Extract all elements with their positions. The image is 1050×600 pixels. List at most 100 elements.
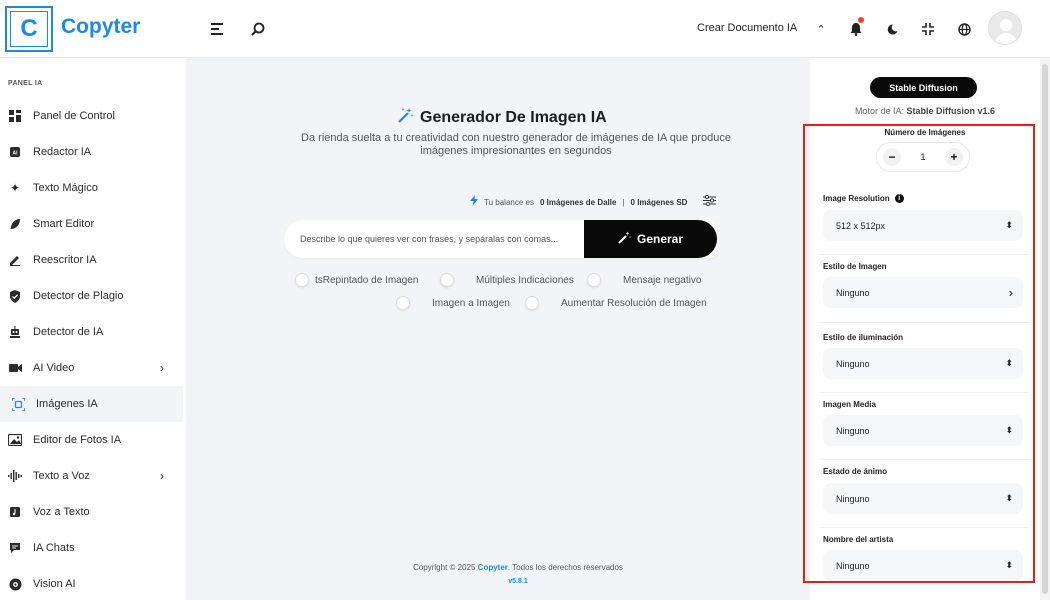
decrement-button[interactable]: − — [883, 148, 901, 166]
sidebar-item-label: Editor de Fotos IA — [33, 434, 122, 446]
sidebar-item-label: Reescritor IA — [33, 254, 97, 266]
page-title-text: Generador De Imagen IA — [420, 109, 607, 126]
toggle-knob — [440, 273, 454, 287]
sidebar-item-panel-de-control[interactable]: Panel de Control — [0, 98, 183, 134]
field-label-text: Estilo de iluminación — [823, 333, 904, 342]
search-icon[interactable] — [247, 18, 269, 40]
sidebar-item-detector-de-ia[interactable]: Detector de IA — [0, 314, 183, 350]
num-images-stepper: − 1 + — [876, 142, 970, 172]
toggle-imagen-a-imagen[interactable]: Imagen a Imagen — [396, 296, 510, 310]
updown-arrows-icon: ⬍ — [1005, 358, 1013, 368]
fullscreen-icon[interactable] — [917, 18, 939, 40]
sidebar-item-texto-a-voz[interactable]: Texto a Voz › — [0, 458, 183, 494]
sidebar-item-imagenes-ia[interactable]: Imágenes IA — [0, 386, 183, 422]
select-image-resolution[interactable]: 512 x 512px ⬍ — [823, 210, 1023, 241]
settings-sliders-icon[interactable] — [703, 194, 717, 209]
copyright-brand[interactable]: Copyter — [478, 563, 508, 572]
updown-arrows-icon: ⬍ — [1005, 493, 1013, 503]
select-estilo-imagen[interactable]: Ninguno › — [823, 277, 1023, 308]
generate-button[interactable]: Generar — [584, 220, 717, 258]
audio-file-icon — [8, 505, 22, 519]
sidebar-item-label: Detector de IA — [33, 326, 104, 338]
sidebar-item-vision-ai[interactable]: Vision AI — [0, 566, 183, 600]
chevron-up-icon[interactable]: ⌃ — [810, 18, 832, 40]
toggle-repintado[interactable]: tsRepintado de Imagen — [295, 273, 418, 287]
menu-toggle-icon[interactable] — [207, 18, 229, 40]
sidebar-item-label: Smart Editor — [33, 218, 95, 230]
sidebar-item-reescritor-ia[interactable]: Reescritor IA — [0, 242, 183, 278]
updown-arrows-icon: ⬍ — [1005, 560, 1013, 570]
toggle-mensaje-negativo[interactable]: Mensaje negativo — [587, 273, 701, 287]
magic-wand-icon — [397, 107, 414, 129]
toggle-multiples-indicaciones[interactable]: Múltiples Indicaciones — [440, 273, 574, 287]
sidebar-item-ai-video[interactable]: AI Video › — [0, 350, 183, 386]
sidebar-item-smart-editor[interactable]: Smart Editor — [0, 206, 183, 242]
toggle-label: Mensaje negativo — [623, 274, 702, 286]
sidebar-item-ia-chats[interactable]: IA Chats — [0, 530, 183, 566]
motor-info: Motor de IA: Stable Diffusion v1.6 — [810, 106, 1040, 116]
dark-mode-icon[interactable] — [881, 18, 903, 40]
sidebar-item-texto-magico[interactable]: ✦ Texto Mágico — [0, 170, 183, 206]
logo-letter: C — [10, 11, 48, 47]
select-value: Ninguno — [836, 493, 870, 504]
top-header: C Copyter Crear Documento IA ⌃ — [0, 0, 1050, 58]
sidebar-section-title: PANEL IA — [8, 80, 43, 87]
select-value: Ninguno — [836, 560, 870, 571]
chat-icon — [8, 541, 22, 555]
sidebar-item-editor-de-fotos-ia[interactable]: Editor de Fotos IA — [0, 422, 183, 458]
copyright-prefix: Copyright © 2025 — [413, 563, 476, 572]
prompt-input[interactable] — [284, 220, 584, 258]
page-subtitle: Da rienda suelta a tu creatividad con nu… — [301, 132, 731, 158]
toggle-label: Aumentar Resolución de Imagen — [561, 297, 707, 309]
logo[interactable]: C — [5, 6, 53, 52]
toggle-knob — [525, 296, 539, 310]
num-images-value: 1 — [920, 152, 926, 162]
sidebar-item-label: Texto a Voz — [33, 470, 90, 482]
sidebar-item-voz-a-texto[interactable]: Voz a Texto — [0, 494, 183, 530]
toggle-label: Múltiples Indicaciones — [476, 274, 574, 286]
updown-arrows-icon: ⬍ — [1005, 425, 1013, 435]
select-estilo-iluminacion[interactable]: Ninguno ⬍ — [823, 348, 1023, 379]
copyright: Copyright © 2025 Copyter. Todos los dere… — [186, 563, 850, 572]
crear-documento-button[interactable]: Crear Documento IA — [697, 22, 797, 34]
field-label-estilo-imagen: Estilo de Imagen — [823, 262, 887, 271]
magic-wand-icon — [618, 231, 631, 247]
sidebar-item-redactor-ia[interactable]: AI Redactor IA — [0, 134, 183, 170]
toggle-aumentar-resolucion[interactable]: Aumentar Resolución de Imagen — [525, 296, 707, 310]
divider — [820, 254, 1030, 255]
select-value: Ninguno — [836, 358, 870, 369]
robot-icon — [8, 325, 22, 339]
select-estado-animo[interactable]: Ninguno ⬍ — [823, 483, 1023, 514]
ai-chip-icon: AI — [8, 145, 22, 159]
info-icon[interactable]: i — [894, 194, 904, 203]
scrollbar[interactable] — [1040, 58, 1050, 600]
balance-separator: | — [622, 197, 625, 207]
field-label-nombre-artista: Nombre del artista — [823, 535, 893, 544]
language-globe-icon[interactable] — [953, 18, 975, 40]
sidebar-item-label: Redactor IA — [33, 146, 92, 158]
page-title: Generador De Imagen IA — [397, 107, 607, 129]
sidebar-item-label: Vision AI — [33, 578, 76, 590]
logo-text[interactable]: Copyter — [61, 15, 140, 39]
balance-dalle: 0 Imágenes de Dalle — [539, 197, 617, 207]
vision-icon — [8, 577, 22, 591]
user-avatar[interactable] — [988, 11, 1022, 45]
sidebar-item-detector-de-plagio[interactable]: Detector de Plagio — [0, 278, 183, 314]
scrollbar-thumb[interactable] — [1042, 64, 1048, 594]
sidebar-item-label: Panel de Control — [33, 110, 115, 122]
bolt-icon — [470, 195, 478, 209]
model-badge[interactable]: Stable Diffusion — [870, 77, 977, 98]
version-label: v5.8.1 — [508, 578, 528, 585]
select-value: 512 x 512px — [836, 220, 886, 231]
toggle-label: tsRepintado de Imagen — [315, 274, 419, 286]
select-nombre-artista[interactable]: Ninguno ⬍ — [823, 550, 1023, 581]
select-imagen-media[interactable]: Ninguno ⬍ — [823, 415, 1023, 446]
field-label-estilo-iluminacion: Estilo de iluminación — [823, 333, 903, 342]
chevron-right-icon: › — [160, 361, 164, 375]
field-label-text: Estado de ánimo — [823, 467, 888, 476]
pencil-icon — [8, 253, 22, 267]
increment-button[interactable]: + — [944, 148, 963, 166]
field-label-text: Estilo de Imagen — [823, 262, 887, 271]
toggle-knob — [295, 273, 309, 287]
sidebar-item-label: Texto Mágico — [33, 182, 98, 194]
